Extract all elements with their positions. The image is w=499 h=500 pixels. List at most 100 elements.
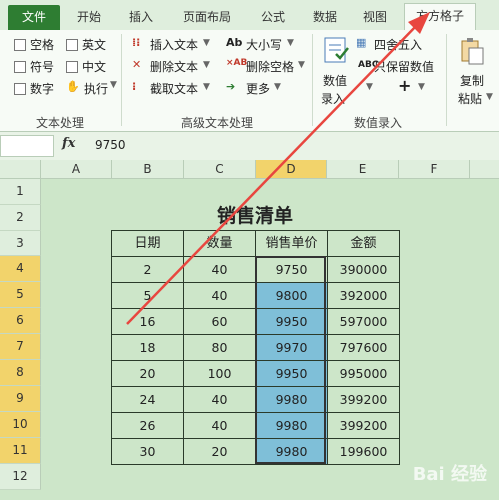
header-unit-price[interactable]: 销售单价 bbox=[256, 231, 328, 257]
copy-paste-svg bbox=[461, 38, 484, 65]
table-cell[interactable]: 20 bbox=[112, 361, 184, 387]
table-cell[interactable]: 9980 bbox=[256, 439, 328, 465]
table-cell[interactable]: 597000 bbox=[328, 309, 400, 335]
english-checkbox[interactable] bbox=[66, 39, 78, 51]
number-input-label-2[interactable]: 录入 bbox=[321, 90, 345, 107]
spreadsheet-grid[interactable]: A B C D E F 1 2 3 4 5 6 7 8 9 10 11 12 销… bbox=[0, 160, 499, 500]
table-cell[interactable]: 9950 bbox=[256, 309, 328, 335]
insert-text-button[interactable]: 插入文本 bbox=[150, 36, 198, 53]
table-cell[interactable]: 199600 bbox=[328, 439, 400, 465]
select-all-corner[interactable] bbox=[0, 160, 41, 179]
space-checkbox[interactable] bbox=[14, 39, 26, 51]
row-header-3[interactable]: 3 bbox=[0, 231, 41, 256]
plus-button[interactable]: + bbox=[398, 76, 411, 95]
row-header-12[interactable]: 12 bbox=[0, 464, 41, 490]
table-cell[interactable]: 9800 bbox=[256, 283, 328, 309]
table-cell[interactable]: 9750 bbox=[256, 257, 328, 283]
extract-text-button[interactable]: 截取文本 bbox=[150, 80, 198, 97]
row-header-7[interactable]: 7 bbox=[0, 334, 41, 360]
column-header-g[interactable] bbox=[470, 160, 499, 179]
table-cell[interactable]: 40 bbox=[184, 413, 256, 439]
column-header-d[interactable]: D bbox=[256, 160, 327, 179]
execute-dropdown-icon[interactable]: ▼ bbox=[110, 80, 117, 90]
number-dropdown-icon[interactable]: ▼ bbox=[366, 82, 373, 92]
table-cell[interactable]: 80 bbox=[184, 335, 256, 361]
table-cell[interactable]: 9980 bbox=[256, 387, 328, 413]
table-cell[interactable]: 60 bbox=[184, 309, 256, 335]
table-cell[interactable]: 40 bbox=[184, 257, 256, 283]
header-date[interactable]: 日期 bbox=[112, 231, 184, 257]
case-button[interactable]: 大小写 bbox=[246, 36, 282, 53]
execute-button[interactable]: 执行 bbox=[84, 80, 108, 97]
row-header-10[interactable]: 10 bbox=[0, 412, 41, 438]
table-cell[interactable]: 100 bbox=[184, 361, 256, 387]
column-header-a[interactable]: A bbox=[41, 160, 112, 179]
table-cell[interactable]: 40 bbox=[184, 283, 256, 309]
tab-data[interactable]: 数据 bbox=[304, 5, 346, 30]
row-header-2[interactable]: 2 bbox=[0, 205, 41, 231]
header-quantity[interactable]: 数量 bbox=[184, 231, 256, 257]
table-cell[interactable]: 18 bbox=[112, 335, 184, 361]
insert-text-dropdown-icon[interactable]: ▼ bbox=[203, 38, 210, 48]
keep-number-button[interactable]: 只保留数值 bbox=[374, 58, 434, 75]
chinese-checkbox[interactable] bbox=[66, 61, 78, 73]
tab-view[interactable]: 视图 bbox=[354, 5, 396, 30]
column-header-e[interactable]: E bbox=[327, 160, 399, 179]
tab-file[interactable]: 文件 bbox=[8, 5, 60, 30]
row-header-6[interactable]: 6 bbox=[0, 308, 41, 334]
table-cell[interactable]: 399200 bbox=[328, 413, 400, 439]
table-cell[interactable]: 390000 bbox=[328, 257, 400, 283]
table-cell[interactable]: 995000 bbox=[328, 361, 400, 387]
table-cell[interactable]: 26 bbox=[112, 413, 184, 439]
case-dropdown-icon[interactable]: ▼ bbox=[287, 38, 294, 48]
tab-home[interactable]: 开始 bbox=[68, 5, 110, 30]
copy-paste-dropdown-icon[interactable]: ▼ bbox=[486, 92, 493, 102]
tab-formulas[interactable]: 公式 bbox=[252, 5, 294, 30]
round-button[interactable]: 四舍五入 bbox=[374, 36, 422, 53]
delete-space-button[interactable]: 删除空格 bbox=[246, 58, 294, 75]
table-cell[interactable]: 399200 bbox=[328, 387, 400, 413]
plus-dropdown-icon[interactable]: ▼ bbox=[418, 82, 425, 92]
row-header-1[interactable]: 1 bbox=[0, 179, 41, 205]
tab-insert[interactable]: 插入 bbox=[120, 5, 162, 30]
header-amount[interactable]: 金额 bbox=[328, 231, 400, 257]
table-cell[interactable]: 24 bbox=[112, 387, 184, 413]
name-box[interactable] bbox=[0, 135, 54, 157]
table-cell[interactable]: 9980 bbox=[256, 413, 328, 439]
extract-text-dropdown-icon[interactable]: ▼ bbox=[203, 82, 210, 92]
table-cell[interactable]: 30 bbox=[112, 439, 184, 465]
number-input-label-1[interactable]: 数值 bbox=[323, 72, 347, 89]
formula-bar: fx 9750 bbox=[0, 132, 499, 161]
column-header-c[interactable]: C bbox=[184, 160, 256, 179]
table-cell[interactable]: 40 bbox=[184, 387, 256, 413]
tab-fangfanggezi[interactable]: 方方格子 bbox=[404, 3, 476, 31]
delete-text-dropdown-icon[interactable]: ▼ bbox=[203, 60, 210, 70]
table-cell[interactable]: 16 bbox=[112, 309, 184, 335]
symbol-checkbox[interactable] bbox=[14, 61, 26, 73]
fx-icon[interactable]: fx bbox=[62, 136, 75, 151]
tab-page-layout[interactable]: 页面布局 bbox=[172, 5, 242, 30]
sheet-title[interactable]: 销售清单 bbox=[110, 201, 400, 228]
row-header-4[interactable]: 4 bbox=[0, 256, 41, 282]
column-header-f[interactable]: F bbox=[399, 160, 470, 179]
copy-paste-label-1[interactable]: 复制 bbox=[460, 72, 484, 89]
row-header-8[interactable]: 8 bbox=[0, 360, 41, 386]
delete-space-dropdown-icon[interactable]: ▼ bbox=[298, 60, 305, 70]
table-cell[interactable]: 797600 bbox=[328, 335, 400, 361]
row-header-9[interactable]: 9 bbox=[0, 386, 41, 412]
row-header-5[interactable]: 5 bbox=[0, 282, 41, 308]
table-cell[interactable]: 9970 bbox=[256, 335, 328, 361]
table-cell[interactable]: 20 bbox=[184, 439, 256, 465]
table-cell[interactable]: 392000 bbox=[328, 283, 400, 309]
number-checkbox[interactable] bbox=[14, 83, 26, 95]
table-cell[interactable]: 2 bbox=[112, 257, 184, 283]
row-header-11[interactable]: 11 bbox=[0, 438, 41, 464]
more-button[interactable]: 更多 bbox=[246, 80, 270, 97]
formula-input[interactable]: 9750 bbox=[95, 138, 126, 152]
copy-paste-label-2[interactable]: 粘贴 bbox=[458, 90, 482, 107]
delete-text-button[interactable]: 删除文本 bbox=[150, 58, 198, 75]
table-cell[interactable]: 9950 bbox=[256, 361, 328, 387]
more-dropdown-icon[interactable]: ▼ bbox=[274, 82, 281, 92]
table-cell[interactable]: 5 bbox=[112, 283, 184, 309]
column-header-b[interactable]: B bbox=[112, 160, 184, 179]
